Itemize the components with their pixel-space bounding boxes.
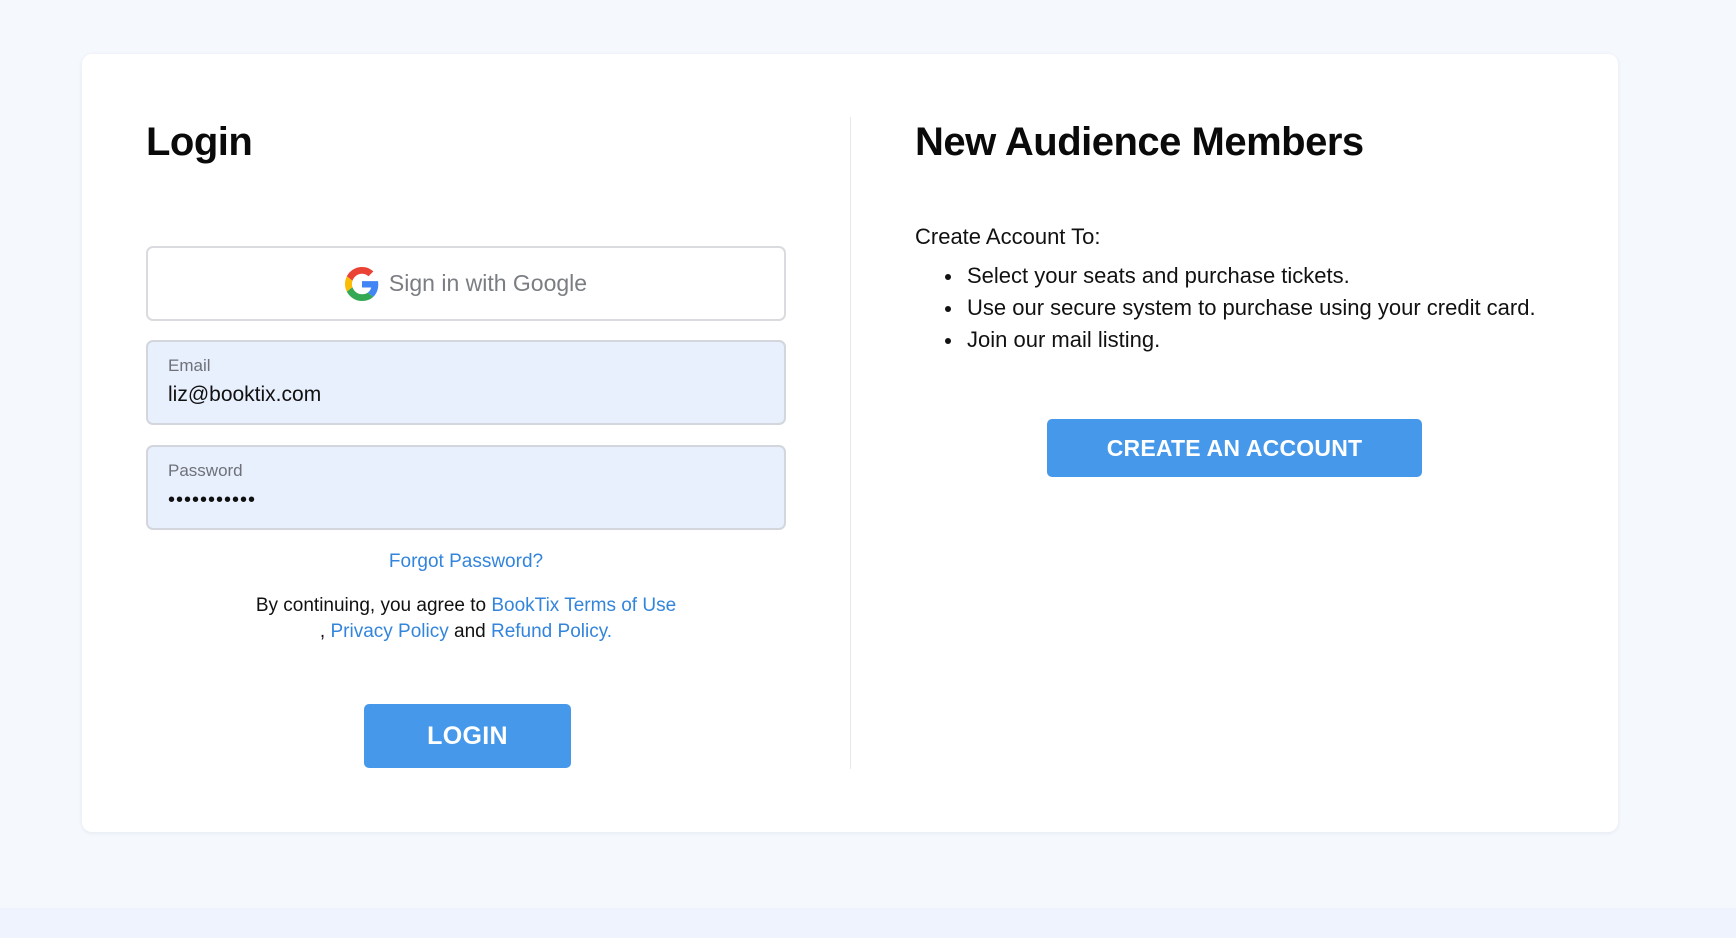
signup-panel: New Audience Members Create Account To: … [915, 54, 1555, 832]
terms-notice: By continuing, you agree to BookTix Term… [146, 593, 786, 645]
email-field[interactable]: Email liz@booktix.com [146, 340, 786, 425]
list-item: Select your seats and purchase tickets. [915, 260, 1555, 292]
terms-of-use-link[interactable]: BookTix Terms of Use [491, 595, 676, 616]
benefits-list: Select your seats and purchase tickets. … [915, 260, 1555, 356]
signup-title: New Audience Members [915, 120, 1364, 164]
auth-card: Login Sign in with Google Email liz@book… [82, 54, 1618, 832]
google-sign-in-label: Sign in with Google [388, 270, 588, 296]
refund-policy-link[interactable]: Refund Policy. [491, 621, 612, 642]
login-button[interactable]: LOGIN [364, 704, 571, 768]
google-g-icon [344, 266, 379, 301]
create-account-button[interactable]: CREATE AN ACCOUNT [1047, 419, 1422, 477]
terms-prefix: By continuing, you agree to [255, 595, 492, 616]
terms-separator: , [319, 621, 331, 642]
login-title: Login [146, 120, 253, 164]
signup-intro: Create Account To: [915, 224, 1101, 249]
page-footer-band [0, 908, 1736, 938]
terms-conjunction: and [448, 621, 491, 642]
list-item: Use our secure system to purchase using … [915, 292, 1555, 324]
forgot-password-link[interactable]: Forgot Password? [146, 551, 786, 573]
password-field[interactable]: Password ••••••••••• [146, 445, 786, 530]
list-item: Join our mail listing. [915, 324, 1555, 356]
google-sign-in-button[interactable]: Sign in with Google [146, 246, 786, 321]
email-input[interactable]: liz@booktix.com [168, 382, 764, 408]
column-divider [850, 117, 851, 769]
privacy-policy-link[interactable]: Privacy Policy [330, 621, 448, 642]
email-field-label: Email [168, 356, 211, 375]
password-input[interactable]: ••••••••••• [168, 487, 764, 513]
password-field-label: Password [168, 461, 243, 480]
login-panel: Login Sign in with Google Email liz@book… [146, 54, 786, 832]
